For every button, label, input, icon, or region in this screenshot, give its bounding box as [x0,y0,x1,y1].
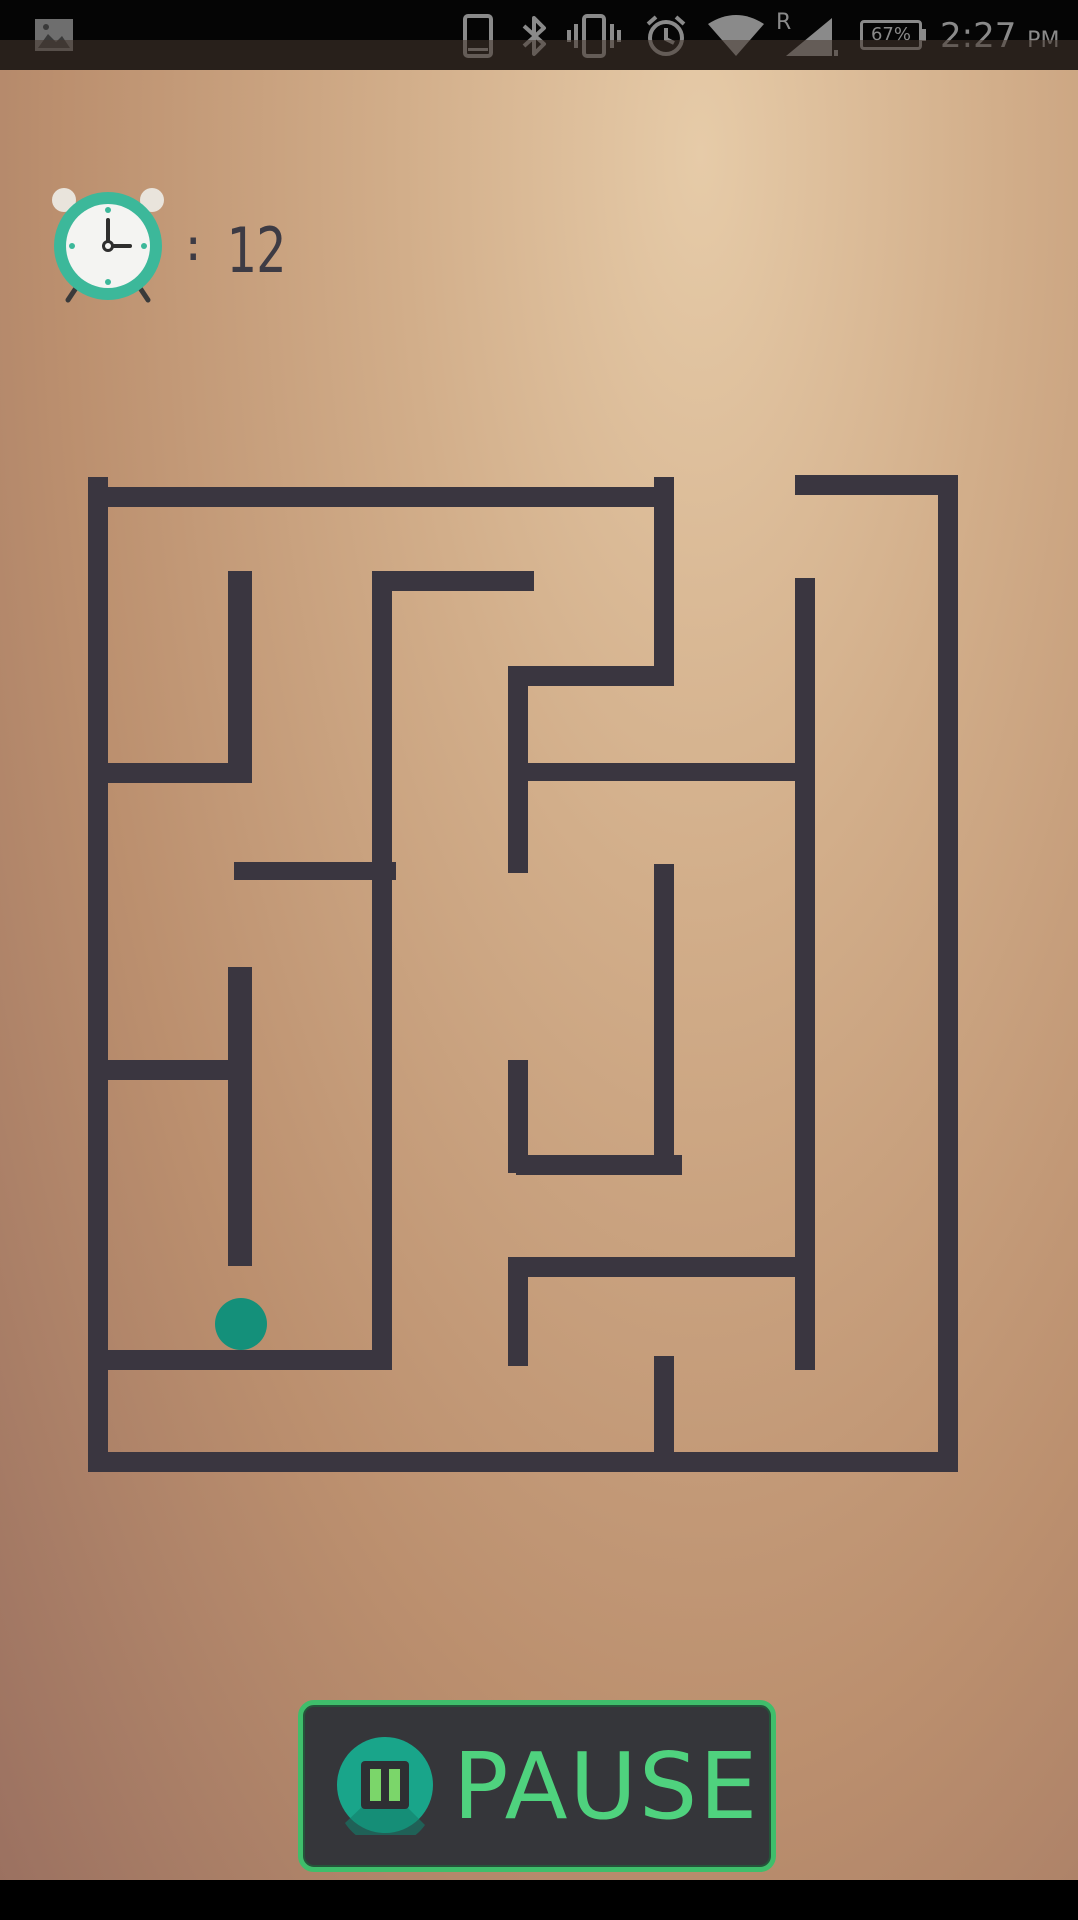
maze-wall [795,578,815,1370]
maze-wall [516,1155,682,1175]
pause-label: PAUSE [453,1733,760,1840]
pause-icon [337,1737,433,1835]
maze-wall [938,475,958,1472]
maze-wall [228,967,252,1266]
maze-wall [654,477,674,682]
maze-wall [508,666,528,873]
pause-button[interactable]: PAUSE [298,1700,776,1872]
maze-wall [88,487,666,507]
maze-wall [88,1452,958,1472]
maze-wall [96,1350,392,1370]
maze-wall [372,571,392,1370]
maze-wall [528,763,795,781]
maze-wall [516,1257,795,1277]
maze-wall [372,571,534,591]
maze-wall [508,666,674,686]
maze [88,475,958,1472]
navigation-bar [0,1880,1078,1920]
game-screen: R 67% 2:27 PM : 12 [0,0,1078,1920]
maze-wall [96,763,252,783]
player-ball[interactable] [215,1298,267,1350]
maze-wall [654,1356,674,1460]
maze-wall [795,475,958,495]
maze-wall [88,477,108,1472]
maze-wall [654,864,674,1173]
maze-wall [88,1060,252,1080]
maze-wall [234,862,396,880]
maze-wall [228,571,252,779]
